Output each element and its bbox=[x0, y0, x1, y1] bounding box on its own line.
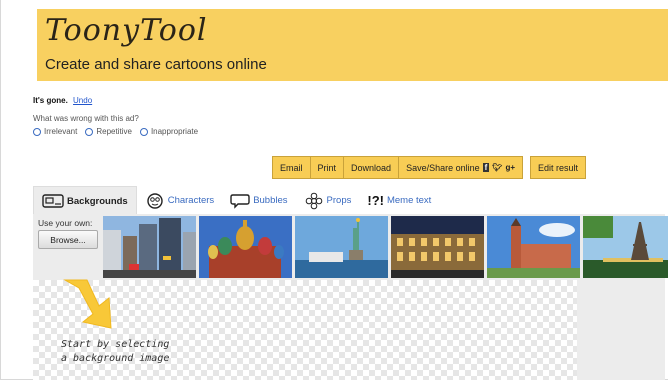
ad-question: What was wrong with this ad? bbox=[33, 114, 139, 123]
tab-bar: Backgrounds Characters Bubbles Props !?!… bbox=[33, 186, 665, 215]
email-button[interactable]: Email bbox=[272, 156, 311, 179]
tab-label: Characters bbox=[167, 195, 215, 206]
ad-gone-text: It's gone. bbox=[33, 96, 68, 105]
browse-button[interactable]: Browse... bbox=[38, 230, 98, 249]
radio-label: Inappropriate bbox=[150, 127, 199, 136]
tab-label: Bubbles bbox=[253, 195, 288, 206]
cartoon-canvas[interactable]: Start by selecting a background image bbox=[33, 279, 577, 380]
tab-label: Backgrounds bbox=[67, 195, 128, 207]
ad-feedback: It's gone. Undo What was wrong with this… bbox=[33, 96, 198, 136]
picture-icon bbox=[42, 194, 64, 208]
radio-irrelevant[interactable]: Irrelevant bbox=[33, 127, 77, 136]
tab-meme-text[interactable]: !?! Meme text bbox=[359, 186, 439, 215]
save-share-button[interactable]: Save/Share online f 🐦︎ g+ bbox=[399, 156, 524, 179]
tab-backgrounds[interactable]: Backgrounds bbox=[33, 186, 137, 215]
radio-circle-icon bbox=[85, 127, 94, 136]
exclaim-icon: !?! bbox=[367, 193, 384, 208]
facebook-icon: f bbox=[482, 163, 490, 172]
radio-label: Repetitive bbox=[96, 127, 132, 136]
site-header: ToonyTool Create and share cartoons onli… bbox=[37, 9, 668, 81]
thumbnail-statue-of-liberty[interactable] bbox=[295, 216, 388, 278]
start-hint-line2: a background image bbox=[61, 353, 170, 364]
action-bar: Email Print Download Save/Share online f… bbox=[272, 156, 587, 179]
start-hint: Start by selecting a background image bbox=[61, 338, 169, 366]
background-thumbnails bbox=[103, 216, 668, 278]
start-hint-line1: Start by selecting bbox=[61, 339, 170, 350]
thumbnail-colosseum[interactable] bbox=[391, 216, 484, 278]
use-own-label: Use your own: bbox=[38, 218, 93, 228]
undo-link[interactable]: Undo bbox=[73, 96, 92, 105]
thumbnail-city-street[interactable] bbox=[103, 216, 196, 278]
backgrounds-panel: Use your own: Browse... Start by selecti… bbox=[33, 214, 668, 380]
twitter-icon: 🐦︎ bbox=[492, 163, 503, 172]
radio-repetitive[interactable]: Repetitive bbox=[85, 127, 132, 136]
radio-circle-icon bbox=[33, 127, 41, 136]
tab-label: Props bbox=[326, 195, 352, 206]
speech-bubble-icon bbox=[230, 193, 250, 209]
google-plus-icon: g+ bbox=[505, 163, 516, 172]
tab-bubbles[interactable]: Bubbles bbox=[222, 186, 295, 215]
logo[interactable]: ToonyTool bbox=[45, 13, 207, 48]
radio-label: Irrelevant bbox=[44, 127, 78, 136]
thumbnail-town-hall[interactable] bbox=[487, 216, 580, 278]
thumbnail-eiffel-tower[interactable] bbox=[583, 216, 668, 278]
thumbnail-moscow-cathedral[interactable] bbox=[199, 216, 292, 278]
tab-characters[interactable]: Characters bbox=[137, 186, 222, 215]
radio-inappropriate[interactable]: Inappropriate bbox=[139, 127, 199, 136]
download-button[interactable]: Download bbox=[344, 156, 400, 179]
radio-circle-icon bbox=[139, 127, 148, 136]
tagline: Create and share cartoons online bbox=[45, 56, 267, 73]
arrow-icon bbox=[63, 279, 112, 329]
tab-label: Meme text bbox=[386, 195, 432, 206]
edit-result-button[interactable]: Edit result bbox=[530, 156, 587, 179]
flower-icon bbox=[304, 192, 324, 210]
face-icon bbox=[145, 192, 165, 210]
print-button[interactable]: Print bbox=[310, 156, 345, 179]
save-share-label: Save/Share online bbox=[406, 162, 480, 173]
tab-props[interactable]: Props bbox=[296, 186, 360, 215]
